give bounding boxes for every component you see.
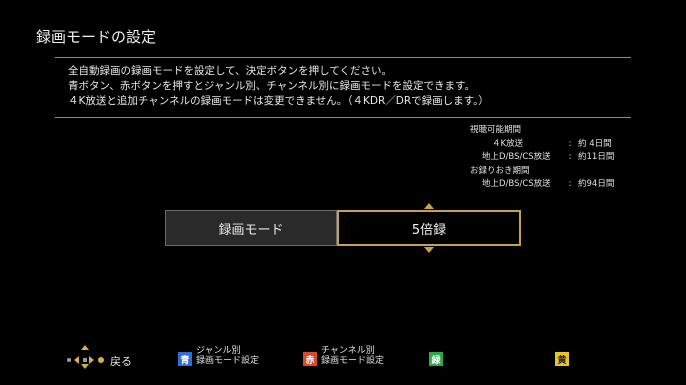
viewable-period-row: ４K放送 : 約 4日間 [470,138,630,152]
blue-button-label-line-2: 録画モード設定 [196,356,260,366]
page-title: 録画モードの設定 [36,28,157,46]
recording-mode-label: 録画モード [165,210,337,246]
blue-button-icon[interactable]: 青 [178,352,192,366]
red-button-icon[interactable]: 赤 [303,352,317,366]
blue-button-label-line-1: ジャンル別 [196,346,241,356]
divider-bottom [55,117,631,118]
description-line-1: 全自動録画の録画モードを設定して、決定ボタンを押してください。 [68,65,393,77]
description: 全自動録画の録画モードを設定して、決定ボタンを押してください。 青ボタン、赤ボタ… [68,64,489,109]
back-label: 戻る [110,355,132,368]
retention-period-row: 地上D/BS/CS放送 : 約94日間 [470,178,630,192]
colon: : [568,179,572,189]
viewable-period-value: 約 4日間 [578,138,612,149]
period-info: 視聴可能期間 ４K放送 : 約 4日間 地上D/BS/CS放送 : 約11日間 … [470,124,630,192]
retention-period-label: 地上D/BS/CS放送 [482,179,551,189]
viewable-period-row: 地上D/BS/CS放送 : 約11日間 [470,151,630,165]
viewable-period-value: 約11日間 [578,152,615,162]
divider-top [55,57,631,58]
arrow-up-icon[interactable] [424,203,434,209]
retention-period-heading: お録りおき期間 [470,165,530,176]
dpad-icon [64,342,104,372]
green-button-icon[interactable]: 緑 [429,352,443,366]
recording-mode-selector[interactable]: 録画モード 5倍録 [165,203,521,253]
description-line-3: ４K放送と追加チャンネルの録画モードは変更できません。（４KDR／DRで録画しま… [68,95,489,107]
red-button-label-line-1: チャンネル別 [321,346,375,356]
colon: : [568,138,572,149]
yellow-button-icon[interactable]: 黄 [555,352,569,366]
recording-mode-value[interactable]: 5倍録 [337,210,521,246]
footer-guide: 戻る 青 ジャンル別 録画モード設定 赤 チャンネル別 録画モード設定 緑 黄 [0,340,686,376]
blue-button-label: ジャンル別 録画モード設定 [196,346,259,366]
red-button-label-line-2: 録画モード設定 [321,356,385,366]
arrow-down-icon[interactable] [424,247,434,253]
viewable-period-label: 地上D/BS/CS放送 [482,152,551,162]
colon: : [568,152,572,162]
viewable-period-label: ４K放送 [492,138,524,149]
red-button-label: チャンネル別 録画モード設定 [321,346,384,366]
viewable-period-heading: 視聴可能期間 [470,125,522,135]
retention-period-value: 約94日間 [578,179,615,189]
description-line-2: 青ボタン、赤ボタンを押すとジャンル別、チャンネル別に録画モードを設定できます。 [68,80,475,92]
